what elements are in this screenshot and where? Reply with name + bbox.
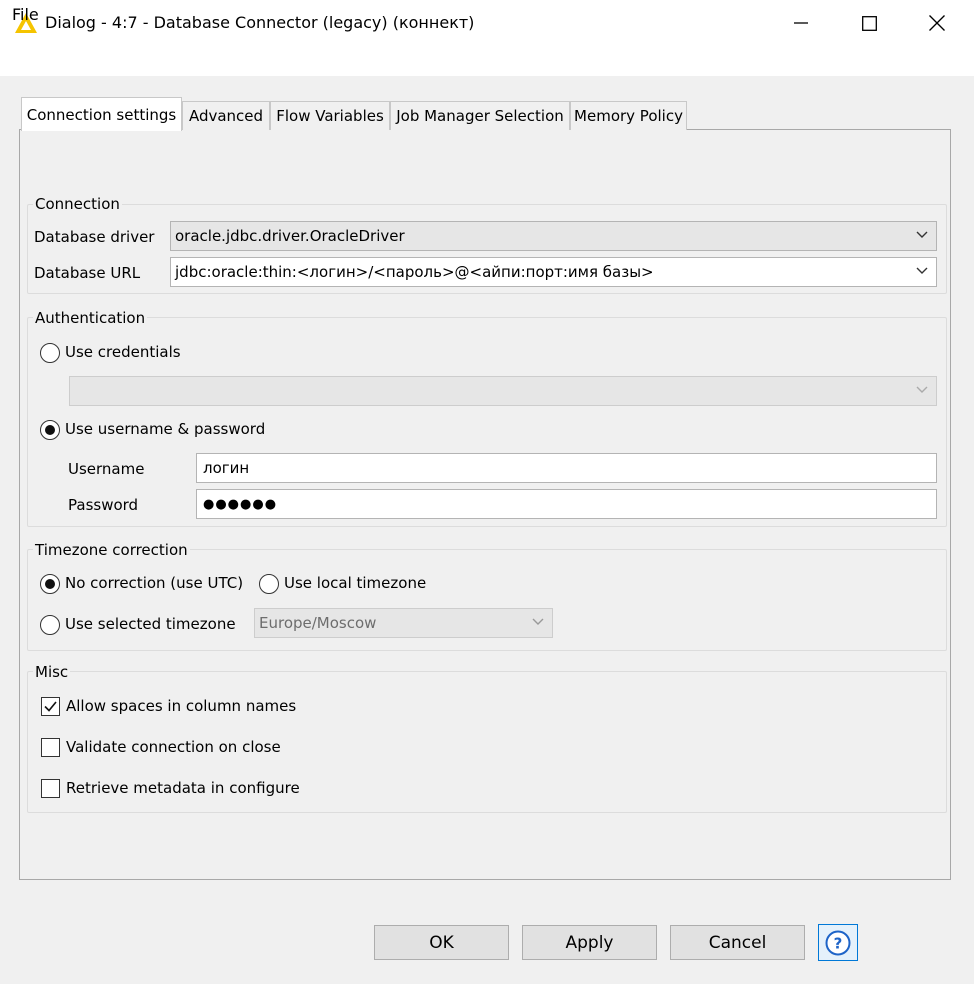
- svg-text:?: ?: [834, 934, 843, 952]
- chevron-down-icon: [916, 267, 928, 274]
- database-url-value: jdbc:oracle:thin:<логин>/<пароль>@<айпи:…: [175, 263, 654, 281]
- tab-advanced[interactable]: Advanced: [182, 101, 270, 130]
- authentication-group-title: Authentication: [33, 309, 148, 327]
- timezone-select[interactable]: Europe/Moscow: [254, 608, 553, 638]
- menu-bar: [0, 48, 974, 76]
- close-button[interactable]: [904, 0, 970, 46]
- username-label: Username: [68, 460, 145, 478]
- close-icon: [929, 15, 945, 31]
- database-driver-label: Database driver: [34, 228, 155, 246]
- retrieve-metadata-label: Retrieve metadata in configure: [66, 779, 300, 797]
- use-credentials-radio[interactable]: [40, 343, 60, 363]
- apply-button[interactable]: Apply: [522, 925, 657, 960]
- no-correction-radio[interactable]: [40, 574, 60, 594]
- database-url-input[interactable]: jdbc:oracle:thin:<логин>/<пароль>@<айпи:…: [170, 257, 937, 287]
- validate-connection-label: Validate connection on close: [66, 738, 281, 756]
- tab-job-manager-selection[interactable]: Job Manager Selection: [390, 101, 570, 130]
- maximize-button[interactable]: [836, 0, 902, 46]
- help-icon: ?: [825, 930, 851, 955]
- tab-flow-variables[interactable]: Flow Variables: [270, 101, 390, 130]
- chevron-down-icon: [532, 618, 544, 625]
- local-timezone-label: Use local timezone: [284, 574, 427, 592]
- ok-button[interactable]: OK: [374, 925, 509, 960]
- timezone-select-value: Europe/Moscow: [259, 614, 377, 632]
- menu-file[interactable]: File: [12, 5, 39, 24]
- database-driver-value: oracle.jdbc.driver.OracleDriver: [175, 227, 405, 245]
- validate-connection-checkbox[interactable]: [41, 738, 60, 757]
- help-button[interactable]: ?: [818, 924, 858, 961]
- misc-group-title: Misc: [33, 663, 71, 681]
- use-username-password-label: Use username & password: [65, 420, 266, 438]
- database-driver-select[interactable]: oracle.jdbc.driver.OracleDriver: [170, 221, 937, 251]
- minimize-icon: [794, 22, 808, 24]
- checkmark-icon: [44, 701, 57, 712]
- credentials-select[interactable]: [69, 376, 937, 406]
- maximize-icon: [861, 15, 877, 31]
- chevron-down-icon: [916, 231, 928, 238]
- allow-spaces-label: Allow spaces in column names: [66, 697, 297, 715]
- minimize-button[interactable]: [768, 0, 834, 46]
- use-username-password-radio[interactable]: [40, 420, 60, 440]
- password-field[interactable]: ●●●●●●: [196, 489, 937, 519]
- timezone-group-title: Timezone correction: [33, 541, 190, 559]
- tab-memory-policy[interactable]: Memory Policy: [570, 101, 687, 130]
- connection-group-title: Connection: [33, 195, 122, 213]
- password-label: Password: [68, 496, 139, 514]
- no-correction-label: No correction (use UTC): [65, 574, 244, 592]
- selected-timezone-label: Use selected timezone: [65, 615, 236, 633]
- local-timezone-radio[interactable]: [259, 574, 279, 594]
- selected-timezone-radio[interactable]: [40, 615, 60, 635]
- window-title: Dialog - 4:7 - Database Connector (legac…: [45, 13, 475, 32]
- retrieve-metadata-checkbox[interactable]: [41, 779, 60, 798]
- chevron-down-icon: [916, 386, 928, 393]
- database-url-label: Database URL: [34, 264, 141, 282]
- use-credentials-label: Use credentials: [65, 343, 181, 361]
- tab-connection-settings[interactable]: Connection settings: [21, 97, 182, 131]
- cancel-button[interactable]: Cancel: [670, 925, 805, 960]
- username-field[interactable]: логин: [196, 453, 937, 483]
- allow-spaces-checkbox[interactable]: [41, 697, 60, 716]
